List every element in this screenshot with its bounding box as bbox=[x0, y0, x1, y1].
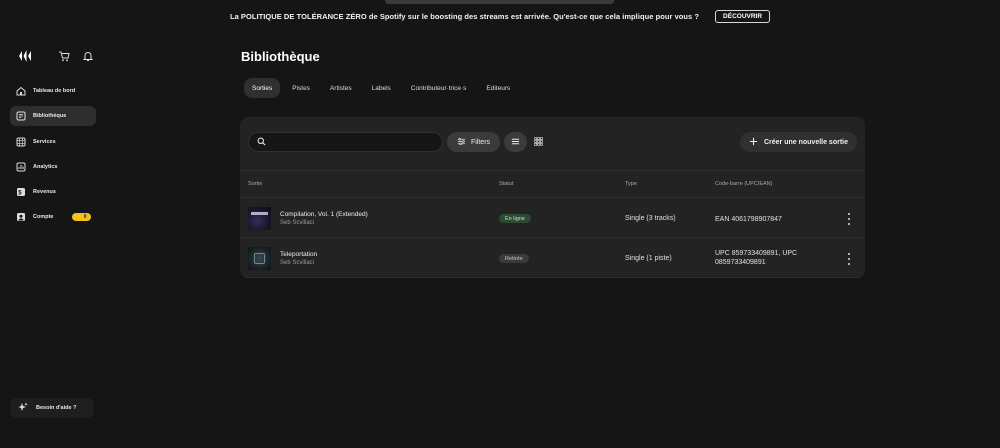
tab-sorties[interactable]: Sorties bbox=[244, 78, 281, 98]
release-type: Single (3 tracks) bbox=[625, 215, 676, 222]
page-title: Bibliothèque bbox=[241, 49, 320, 64]
release-type: Single (1 piste) bbox=[625, 255, 672, 262]
library-tabs: Sorties Pistes Artistes Labels Contribut… bbox=[244, 78, 518, 98]
release-title[interactable]: Teleportation bbox=[280, 251, 317, 258]
filters-label: Filters bbox=[470, 138, 491, 146]
sparkle-icon bbox=[18, 402, 28, 414]
sidebar-item-tableau-de-bord[interactable]: Tableau de bord bbox=[10, 81, 96, 101]
release-artist: Seb Scviliaci bbox=[280, 260, 315, 266]
logo-icon[interactable] bbox=[17, 49, 33, 63]
release-title[interactable]: Compilation, Vol. 1 (Extended) bbox=[280, 211, 368, 218]
status-badge: En ligne bbox=[499, 214, 531, 223]
chart-icon bbox=[16, 162, 26, 172]
column-header-status[interactable]: Statut bbox=[499, 181, 513, 187]
badge-count: 0 bbox=[83, 214, 87, 221]
help-button[interactable]: Besoin d'aide ? bbox=[10, 398, 94, 418]
list-view-button[interactable] bbox=[504, 132, 527, 152]
column-header-type[interactable]: Type bbox=[625, 181, 637, 187]
releases-card: Filters Créer une nouvelle sortie Sortie… bbox=[240, 117, 865, 278]
sidebar-item-services[interactable]: Services bbox=[10, 132, 96, 152]
announcement-banner: La POLITIQUE DE TOLÉRANCE ZÉRO de Spotif… bbox=[0, 6, 1000, 26]
plus-icon bbox=[749, 137, 758, 148]
cart-icon[interactable] bbox=[58, 49, 70, 62]
sidebar-item-label: Bibliothèque bbox=[33, 113, 67, 120]
release-cover bbox=[248, 207, 271, 230]
tab-editeurs[interactable]: Editeurs bbox=[478, 78, 518, 98]
tab-labels[interactable]: Labels bbox=[364, 78, 399, 98]
sidebar-item-label: Revenus bbox=[33, 189, 56, 196]
grid-icon bbox=[16, 137, 26, 147]
search-icon bbox=[257, 133, 266, 151]
home-icon bbox=[16, 86, 26, 96]
release-barcode: EAN 4061798907847 bbox=[715, 216, 782, 223]
search-input[interactable] bbox=[271, 138, 431, 146]
table-toolbar: Filters Créer une nouvelle sortie bbox=[248, 132, 857, 152]
grid-view-button[interactable] bbox=[527, 132, 550, 152]
create-release-label: Créer une nouvelle sortie bbox=[763, 138, 848, 146]
sidebar-item-bibliotheque[interactable]: Bibliothèque bbox=[10, 106, 96, 127]
sidebar-item-compte[interactable]: Compte ⚡ 0 bbox=[10, 207, 96, 227]
view-toggle bbox=[504, 132, 550, 152]
create-release-button[interactable]: Créer une nouvelle sortie bbox=[739, 132, 857, 152]
release-cover bbox=[248, 247, 271, 270]
window-handle bbox=[385, 0, 614, 4]
library-icon bbox=[16, 111, 26, 121]
search-box[interactable] bbox=[248, 132, 443, 152]
filters-button[interactable]: Filters bbox=[447, 132, 500, 152]
sidebar-item-label: Compte bbox=[33, 214, 54, 221]
grid-icon bbox=[534, 133, 543, 151]
more-options-icon[interactable] bbox=[847, 253, 851, 265]
tab-contributeurs[interactable]: Contributeur·trice·s bbox=[403, 78, 475, 98]
release-barcode: UPC 859733409891, UPC 0859733409891 bbox=[715, 250, 798, 266]
sidebar-item-analytics[interactable]: Analytics bbox=[10, 157, 96, 177]
release-artist: Seb Scviliaci bbox=[280, 220, 315, 226]
table-row[interactable]: Teleportation Seb Scviliaci Retirée Sing… bbox=[240, 239, 865, 278]
discover-button[interactable]: DÉCOUVRIR bbox=[715, 9, 771, 23]
help-label: Besoin d'aide ? bbox=[36, 405, 77, 411]
sidebar-item-label: Tableau de bord bbox=[33, 88, 76, 94]
column-header-release[interactable]: Sortie bbox=[248, 181, 262, 187]
bolt-icon: ⚡ bbox=[76, 214, 83, 221]
table-row[interactable]: Compilation, Vol. 1 (Extended) Seb Scvil… bbox=[240, 199, 865, 238]
column-header-barcode[interactable]: Code-barre (UPC/EAN) bbox=[715, 181, 772, 187]
sidebar-item-revenus[interactable]: $ Revenus bbox=[10, 182, 96, 202]
sliders-icon bbox=[457, 137, 466, 148]
tab-artistes[interactable]: Artistes bbox=[322, 78, 360, 98]
sidebar-nav: Tableau de bord Bibliothèque Services An… bbox=[10, 81, 96, 233]
sidebar-item-label: Services bbox=[33, 138, 56, 145]
sidebar-item-label: Analytics bbox=[33, 163, 58, 170]
status-badge: Retirée bbox=[499, 254, 529, 263]
bell-icon[interactable] bbox=[82, 49, 94, 61]
banner-text: La POLITIQUE DE TOLÉRANCE ZÉRO de Spotif… bbox=[229, 11, 700, 21]
user-icon bbox=[16, 212, 26, 222]
list-icon bbox=[511, 133, 520, 151]
table-header: Sortie Statut Type Code-barre (UPC/EAN) bbox=[240, 170, 865, 198]
more-options-icon[interactable] bbox=[847, 213, 851, 225]
points-badge[interactable]: ⚡ 0 bbox=[72, 213, 91, 222]
tab-pistes[interactable]: Pistes bbox=[284, 78, 318, 98]
dollar-icon: $ bbox=[16, 187, 26, 197]
